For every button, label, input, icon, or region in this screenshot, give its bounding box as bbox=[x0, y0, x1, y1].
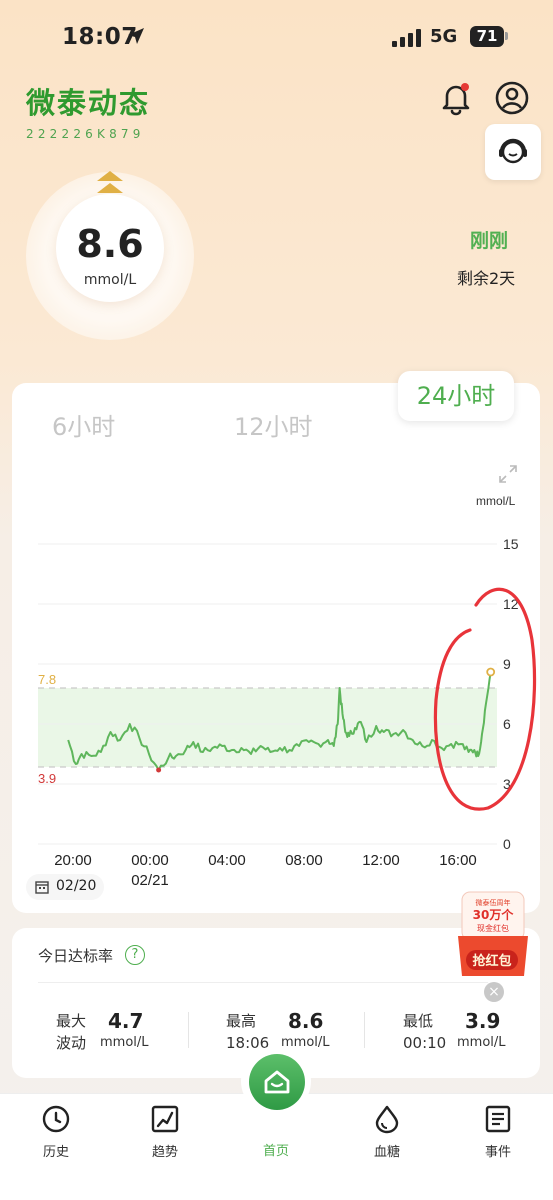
stat-fluctuation-unit: mmol/L bbox=[100, 1035, 149, 1050]
tab-events-label: 事件 bbox=[484, 1145, 511, 1160]
tab-trend[interactable]: 趋势 bbox=[125, 1104, 205, 1160]
x-tick-label: 12:00 bbox=[362, 852, 400, 869]
history-icon bbox=[42, 1105, 70, 1133]
y-tick-label: 15 bbox=[503, 536, 519, 552]
stat-lowest-value: 3.9 bbox=[465, 1009, 501, 1033]
x-tick-sublabel: 02/21 bbox=[131, 872, 169, 889]
x-tick-label: 04:00 bbox=[208, 852, 246, 869]
help-question-icon[interactable]: ? bbox=[125, 945, 145, 965]
tab-history[interactable]: 历史 bbox=[16, 1104, 96, 1160]
tab-home-label: 首页 bbox=[262, 1144, 289, 1159]
promo-close-button[interactable]: × bbox=[484, 982, 504, 1002]
event-list-icon bbox=[485, 1105, 511, 1133]
tab-events[interactable]: 事件 bbox=[458, 1104, 538, 1160]
stat-separator bbox=[188, 1012, 189, 1048]
promo-main-text: 30万个 bbox=[473, 907, 515, 922]
tab-blood-glucose[interactable]: 血糖 bbox=[347, 1104, 427, 1160]
x-tick-label: 00:00 bbox=[131, 852, 169, 869]
promo-top-text: 微泰伍周年 bbox=[476, 898, 511, 907]
stat-fluctuation-label: 最大 波动 bbox=[56, 1012, 87, 1052]
stat-highest-value: 8.6 bbox=[288, 1009, 324, 1033]
tab-blood-glucose-label: 血糖 bbox=[373, 1145, 400, 1160]
x-tick-label: 08:00 bbox=[285, 852, 323, 869]
calendar-icon bbox=[35, 881, 49, 894]
promo-sub-text: 现金红包 bbox=[477, 923, 509, 933]
stat-lowest-unit: mmol/L bbox=[457, 1035, 506, 1050]
stats-divider bbox=[38, 982, 488, 983]
x-tick-label: 20:00 bbox=[54, 852, 92, 869]
y-axis-unit: mmol/L bbox=[476, 494, 516, 508]
stat-separator bbox=[364, 1012, 365, 1048]
target-low-label: 3.9 bbox=[38, 771, 56, 786]
tab-home[interactable] bbox=[249, 1054, 305, 1110]
y-tick-label: 6 bbox=[503, 716, 511, 732]
low-glucose-point bbox=[156, 767, 162, 773]
compliance-rate-label: 今日达标率 bbox=[38, 947, 114, 965]
tab-trend-label: 趋势 bbox=[151, 1145, 178, 1160]
y-tick-label: 0 bbox=[503, 836, 511, 852]
y-tick-label: 9 bbox=[503, 656, 511, 672]
red-packet-promo[interactable]: 微泰伍周年 30万个 现金红包 抢红包 bbox=[454, 890, 532, 980]
target-range-band bbox=[38, 688, 497, 767]
current-glucose-point bbox=[486, 667, 496, 677]
date-picker-chip[interactable]: 02/20 bbox=[26, 874, 104, 900]
home-icon bbox=[264, 1070, 290, 1094]
date-chip-label: 02/20 bbox=[56, 878, 97, 894]
promo-button-text: 抢红包 bbox=[472, 953, 511, 969]
trend-icon bbox=[151, 1105, 179, 1133]
tab-history-label: 历史 bbox=[42, 1145, 69, 1160]
blood-drop-icon bbox=[375, 1105, 399, 1134]
x-tick-label: 16:00 bbox=[439, 852, 477, 869]
stat-lowest-label: 最低 00:10 bbox=[403, 1012, 447, 1052]
target-high-label: 7.8 bbox=[38, 672, 56, 687]
stat-fluctuation-value: 4.7 bbox=[108, 1009, 144, 1033]
